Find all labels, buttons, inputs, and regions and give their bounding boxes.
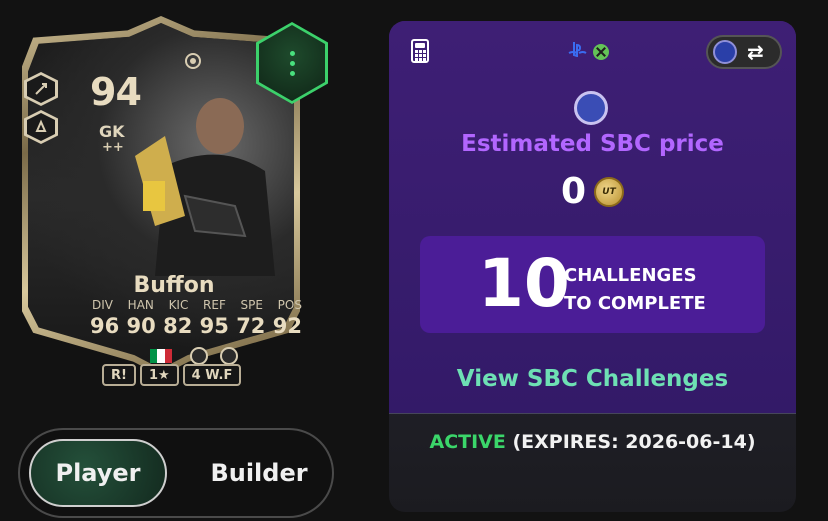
card-footer: R! 1★ 4 W.F bbox=[102, 364, 242, 386]
sbc-panel: ⇄ Estimated SBC price 0 UT 10 CHALLENGES… bbox=[389, 21, 796, 512]
flag-stripe-white bbox=[157, 349, 165, 363]
platform-icons bbox=[567, 41, 609, 62]
league-badge-icon bbox=[190, 347, 208, 365]
club-badge-icon bbox=[220, 347, 238, 365]
weak-foot-pill: 4 W.F bbox=[182, 364, 242, 386]
divider bbox=[389, 413, 796, 414]
playstation-icon bbox=[567, 41, 587, 62]
stat-label: REF bbox=[203, 298, 226, 312]
stat-label: DIV bbox=[92, 298, 113, 312]
price-row: 0 UT bbox=[389, 171, 796, 212]
panel-header-bg bbox=[389, 21, 796, 413]
sbc-price-title: Estimated SBC price bbox=[461, 131, 724, 157]
skill-moves-pill: R! bbox=[102, 364, 136, 386]
stat-value: 82 bbox=[163, 314, 193, 338]
stat-labels: DIV HAN KIC REF SPE POS bbox=[92, 298, 302, 312]
swap-icon: ⇄ bbox=[747, 40, 764, 64]
status-row: ACTIVE (EXPIRES: 2026-06-14) bbox=[389, 431, 796, 453]
view-toggle[interactable]: Player Builder bbox=[18, 428, 334, 518]
challenge-label: CHALLENGES TO COMPLETE bbox=[564, 262, 706, 318]
stars-pill: 1★ bbox=[139, 364, 179, 386]
xbox-icon bbox=[593, 43, 609, 60]
challenge-label-line1: CHALLENGES bbox=[564, 265, 697, 286]
card-rating: 94 bbox=[90, 70, 142, 114]
player-image bbox=[135, 98, 275, 276]
card-plus: ++ bbox=[102, 140, 124, 155]
stat-value: 96 bbox=[90, 314, 120, 338]
toggle-player[interactable]: Player bbox=[29, 439, 167, 507]
stat-label: KIC bbox=[168, 298, 189, 312]
sbc-logo-icon bbox=[574, 91, 608, 125]
stat-value: 90 bbox=[126, 314, 156, 338]
card-position: GK bbox=[99, 122, 125, 141]
icon-badge-icon bbox=[185, 53, 201, 69]
challenge-box: 10 CHALLENGES TO COMPLETE bbox=[420, 236, 765, 333]
stat-label: POS bbox=[277, 298, 302, 312]
flag-stripe-red bbox=[164, 349, 172, 363]
status-active: ACTIVE bbox=[429, 431, 506, 453]
stat-value: 92 bbox=[272, 314, 302, 338]
nation-flag bbox=[150, 349, 172, 363]
sbc-price-value: 0 bbox=[560, 171, 587, 212]
stat-label: HAN bbox=[127, 298, 154, 312]
stat-label: SPE bbox=[240, 298, 263, 312]
club-logo-icon bbox=[713, 40, 737, 64]
flag-stripe-green bbox=[150, 349, 158, 363]
calculator-icon[interactable] bbox=[411, 39, 429, 63]
stat-value: 95 bbox=[199, 314, 229, 338]
stat-value: 72 bbox=[236, 314, 266, 338]
card-player-name: Buffon bbox=[133, 273, 215, 298]
challenge-label-line2: TO COMPLETE bbox=[564, 293, 706, 314]
stat-values: 96 90 82 95 72 92 bbox=[90, 314, 302, 338]
status-expiry: (EXPIRES: 2026-06-14) bbox=[505, 431, 756, 453]
challenge-count: 10 bbox=[478, 245, 570, 322]
toggle-builder[interactable]: Builder bbox=[190, 439, 328, 507]
swap-button[interactable]: ⇄ bbox=[706, 35, 782, 69]
view-sbc-challenges-link[interactable]: View SBC Challenges bbox=[389, 366, 796, 392]
coin-icon: UT bbox=[594, 176, 625, 207]
more-vertical-icon bbox=[289, 50, 295, 76]
